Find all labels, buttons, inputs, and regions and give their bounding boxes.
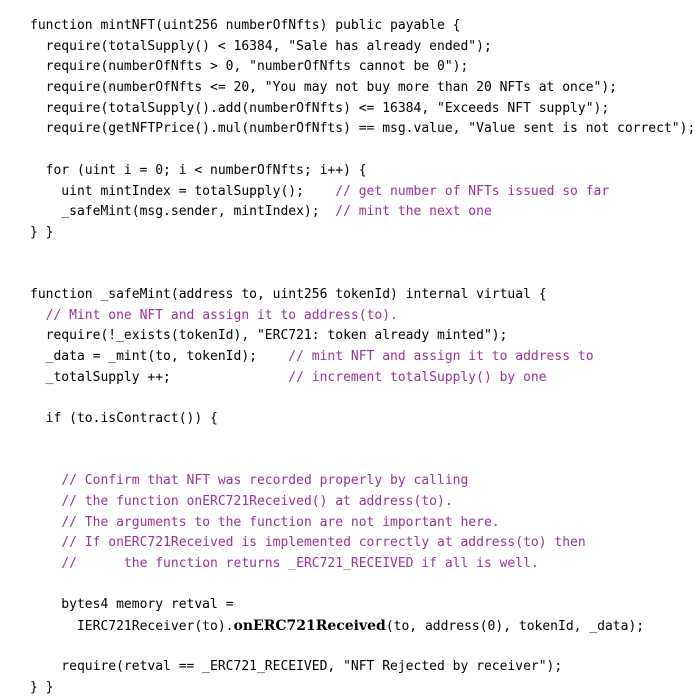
code-line: // the function onERC721Received() at ad… — [30, 492, 697, 513]
code-line: // Confirm that NFT was recorded properl… — [30, 471, 697, 492]
comment-token: // get number of NFTs issued so far — [335, 183, 610, 199]
code-token: function _safeMint(address to, uint256 t… — [30, 286, 547, 302]
emphasised-identifier: onERC721Received — [233, 617, 386, 634]
code-line: _data = _mint(to, tokenId); // mint NFT … — [30, 347, 697, 368]
code-token: require(!_exists(tokenId), "ERC721: toke… — [30, 328, 508, 344]
code-token: IERC721Receiver(to). — [30, 618, 234, 634]
code-line: _safeMint(msg.sender, mintIndex); // min… — [30, 202, 697, 223]
code-token: } } — [30, 680, 54, 695]
code-line: IERC721Receiver(to).onERC721Received(to,… — [30, 616, 697, 637]
comment-token: // Mint one NFT and assign it to address… — [45, 307, 398, 323]
comment-token: // Confirm that NFT was recorded properl… — [61, 473, 469, 489]
code-line — [30, 388, 697, 409]
code-line: } } — [30, 678, 697, 699]
comment-token: // mint NFT and assign it to address to — [288, 349, 594, 364]
code-line: uint mintIndex = totalSupply(); // get n… — [30, 182, 697, 203]
code-block: function mintNFT(uint256 numberOfNfts) p… — [30, 16, 697, 699]
comment-token: // increment totalSupply() by one — [288, 369, 547, 385]
code-line: require(totalSupply().add(numberOfNfts) … — [30, 99, 697, 120]
code-listing: function mintNFT(uint256 numberOfNfts) p… — [0, 0, 697, 695]
code-line: // Mint one NFT and assign it to address… — [30, 306, 697, 327]
code-line — [30, 450, 697, 471]
code-line: // the function returns _ERC721_RECEIVED… — [30, 554, 697, 575]
code-token: uint mintIndex = totalSupply(); — [30, 183, 336, 199]
code-line — [30, 575, 697, 596]
code-line: function mintNFT(uint256 numberOfNfts) p… — [30, 16, 697, 37]
code-token: for (uint i = 0; i < numberOfNfts; i++) … — [30, 162, 367, 178]
code-line: require(retval == _ERC721_RECEIVED, "NFT… — [30, 657, 697, 678]
code-token: (to, address(0), tokenId, _data); — [385, 618, 645, 634]
code-line: require(numberOfNfts <= 20, "You may not… — [30, 78, 697, 99]
comment-token: // the function onERC721Received() at ad… — [61, 493, 453, 509]
code-token: require(getNFTPrice().mul(numberOfNfts) … — [30, 121, 696, 137]
code-line — [30, 430, 697, 451]
code-token: _safeMint(msg.sender, mintIndex); — [30, 204, 336, 220]
code-line: if (to.isContract()) { — [30, 409, 697, 430]
code-token: require(totalSupply() < 16384, "Sale has… — [30, 38, 492, 54]
code-line: _totalSupply ++; // increment totalSuppl… — [30, 368, 697, 389]
code-line: function _safeMint(address to, uint256 t… — [30, 285, 697, 306]
code-line — [30, 637, 697, 658]
code-token: function mintNFT(uint256 numberOfNfts) p… — [30, 18, 461, 33]
code-line: require(numberOfNfts > 0, "numberOfNfts … — [30, 57, 697, 78]
code-line: for (uint i = 0; i < numberOfNfts; i++) … — [30, 161, 697, 182]
code-token: require(totalSupply().add(numberOfNfts) … — [30, 100, 610, 116]
code-line: require(totalSupply() < 16384, "Sale has… — [30, 37, 697, 58]
code-line: // If onERC721Received is implemented co… — [30, 533, 697, 554]
code-token: if (to.isContract()) { — [30, 411, 218, 427]
code-token: _totalSupply ++; — [30, 369, 289, 385]
code-token: } } — [30, 224, 54, 240]
code-token: require(numberOfNfts > 0, "numberOfNfts … — [30, 59, 469, 75]
code-line: require(getNFTPrice().mul(numberOfNfts) … — [30, 119, 697, 140]
code-line — [30, 264, 697, 285]
code-line — [30, 244, 697, 265]
code-line: bytes4 memory retval = — [30, 595, 697, 616]
code-token: require(numberOfNfts <= 20, "You may not… — [30, 80, 617, 96]
code-token: _data = _mint(to, tokenId); — [30, 349, 289, 364]
code-line: // The arguments to the function are not… — [30, 513, 697, 534]
code-line — [30, 140, 697, 161]
comment-token: // The arguments to the function are not… — [61, 514, 500, 530]
comment-token: // mint the next one — [335, 204, 492, 220]
code-line: require(!_exists(tokenId), "ERC721: toke… — [30, 326, 697, 347]
code-token: require(retval == _ERC721_RECEIVED, "NFT… — [30, 659, 563, 675]
comment-token: // If onERC721Received is implemented co… — [61, 535, 586, 551]
comment-token: // the function returns _ERC721_RECEIVED… — [61, 555, 539, 571]
code-line: } } — [30, 223, 697, 244]
